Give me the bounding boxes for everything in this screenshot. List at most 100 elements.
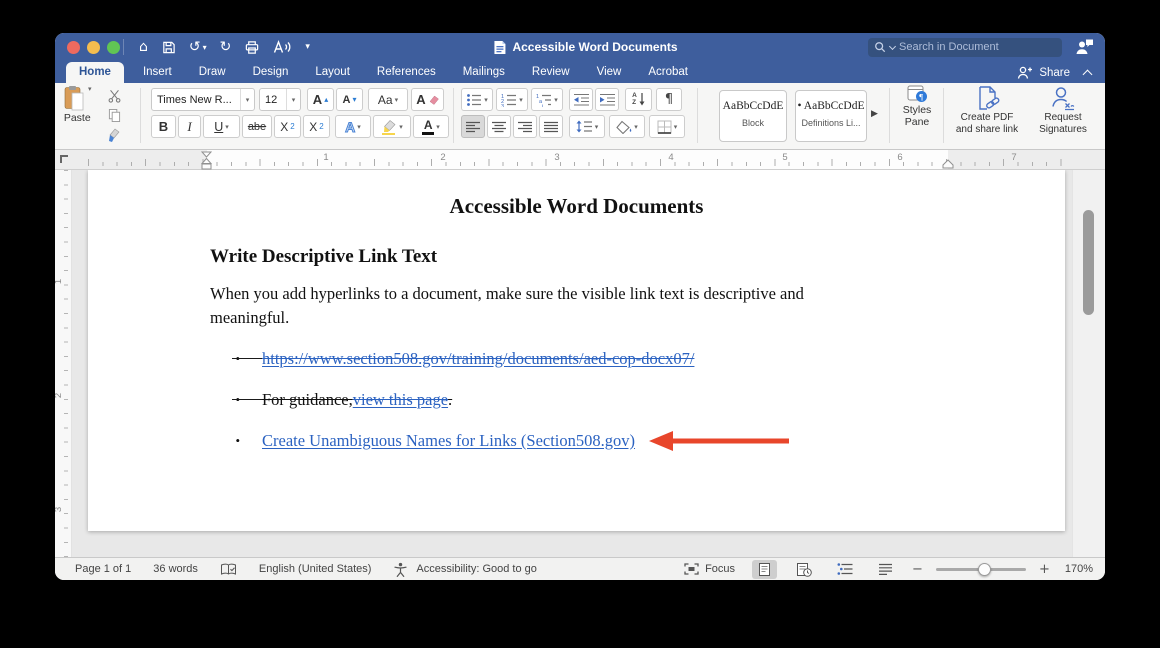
minimize-button[interactable] [87,41,100,54]
hyperlink-view-this-page[interactable]: view this page [353,390,448,410]
bold-label: B [159,119,168,134]
language-indicator[interactable]: English (United States) [259,563,372,575]
group-divider [140,88,141,143]
subscript-button[interactable]: X 2 [274,115,301,138]
tab-references[interactable]: References [377,62,436,83]
zoom-level[interactable]: 170% [1065,563,1093,575]
numbered-list-button[interactable]: 1 2 3 ▾ [496,88,528,111]
outline-view-button[interactable] [831,561,859,577]
cut-button[interactable] [107,89,122,108]
change-case-button[interactable]: Aa ▾ [368,88,408,111]
spellcheck-button[interactable] [220,563,237,576]
scrollbar-thumb[interactable] [1083,210,1094,315]
collapse-ribbon-icon[interactable] [1083,69,1093,79]
toolbar-options-icon[interactable]: ▾ [305,42,310,52]
share-button[interactable]: Share [1017,66,1105,83]
immersive-reader-view-button[interactable] [790,560,818,579]
create-pdf-button[interactable]: Create PDF and share link [949,85,1025,136]
font-size-select[interactable]: 12 ▾ [259,88,301,111]
underline-button[interactable]: U ▾ [203,115,240,138]
style-block[interactable]: AaBbCcDdE Block [719,90,787,142]
borders-button[interactable]: ▾ [649,115,685,138]
print-icon[interactable] [244,40,260,55]
close-button[interactable] [67,41,80,54]
font-color-swatch [422,132,434,135]
search-box[interactable] [868,38,1062,57]
zoom-slider[interactable] [936,568,1026,571]
undo-button[interactable]: ↺ ▾ [189,40,207,54]
accessibility-button[interactable] [393,562,408,577]
styles-pane-button[interactable]: ¶ Styles Pane [895,85,939,128]
window-title: Accessible Word Documents [512,40,677,54]
format-painter-button[interactable] [107,128,122,149]
status-bar: Page 1 of 1 36 words English (United Sta… [55,557,1105,580]
save-icon[interactable] [161,40,176,55]
align-center-button[interactable] [487,115,511,138]
copy-button[interactable] [108,108,121,128]
justify-button[interactable] [539,115,563,138]
focus-button[interactable]: Focus [684,563,735,575]
read-aloud-icon[interactable] [273,40,292,54]
strikethrough-button[interactable]: abe [242,115,272,138]
superscript-button[interactable]: X 2 [303,115,330,138]
document-page[interactable]: Accessible Word Documents Write Descript… [88,170,1065,531]
tab-stop-selector-icon[interactable] [60,155,68,163]
tab-acrobat[interactable]: Acrobat [648,62,688,83]
grow-font-button[interactable]: A ▴ [307,88,334,111]
bold-button[interactable]: B [151,115,176,138]
tab-view[interactable]: View [597,62,622,83]
tab-insert[interactable]: Insert [143,62,172,83]
redo-icon[interactable]: ↻ [220,40,232,54]
text-effects-button[interactable]: A ▾ [335,115,371,138]
page-count[interactable]: Page 1 of 1 [75,563,131,575]
bullet-list-button[interactable]: ▾ [461,88,493,111]
zoom-slider-thumb[interactable] [978,563,991,576]
shading-button[interactable]: ▾ [609,115,645,138]
feedback-person-icon[interactable] [1074,38,1094,60]
paste-button[interactable]: ▾ Paste [63,85,92,124]
tab-draw[interactable]: Draw [199,62,226,83]
sort-button[interactable]: A Z [625,88,652,111]
decrease-indent-button[interactable] [569,88,593,111]
shrink-font-button[interactable]: A ▾ [336,88,363,111]
zoom-out-button[interactable]: − [912,562,923,577]
styles-gallery-more-icon[interactable]: ▶ [871,109,878,119]
multilevel-list-button[interactable]: 1 a i ▾ [531,88,563,111]
tab-review[interactable]: Review [532,62,570,83]
align-left-button[interactable] [461,115,485,138]
style-definitions-list[interactable]: • AaBbCcDdE Definitions Li... [795,90,867,142]
font-color-button[interactable]: A ▾ [413,115,449,138]
home-icon[interactable]: ⌂ [139,40,148,54]
focus-label: Focus [705,563,735,575]
tab-home[interactable]: Home [66,62,124,83]
word-count[interactable]: 36 words [153,563,198,575]
highlight-button[interactable]: ▾ [373,115,411,138]
vertical-ruler[interactable]: 1 2 3 [55,170,72,557]
print-layout-view-button[interactable] [752,560,777,579]
font-name-select[interactable]: Times New R... ▾ [151,88,255,111]
align-right-button[interactable] [513,115,537,138]
tab-design[interactable]: Design [253,62,289,83]
clear-formatting-button[interactable]: A [411,88,444,111]
hyperlink-create-unambiguous-names[interactable]: Create Unambiguous Names for Links (Sect… [262,431,635,451]
italic-button[interactable]: I [178,115,201,138]
hyperlink-raw-url[interactable]: https://www.section508.gov/training/docu… [262,349,694,369]
shrink-font-label: A [343,94,351,106]
vertical-scrollbar[interactable] [1072,170,1105,557]
vertical-ruler-ticks [64,170,68,557]
right-indent-marker[interactable] [942,157,954,169]
draft-view-button[interactable] [872,561,899,577]
horizontal-ruler[interactable]: 1 2 3 4 5 6 7 [55,150,1105,170]
accessibility-status[interactable]: Accessibility: Good to go [416,563,536,575]
request-signatures-button[interactable]: Request Signatures [1029,85,1097,136]
fullscreen-button[interactable] [107,41,120,54]
tab-mailings[interactable]: Mailings [463,62,505,83]
left-indent-marker[interactable] [201,151,212,170]
increase-indent-button[interactable] [595,88,619,111]
show-formatting-button[interactable]: ¶ [656,88,682,111]
search-input[interactable] [899,41,1056,53]
highlight-caret-icon: ▾ [399,123,403,131]
tab-layout[interactable]: Layout [315,62,350,83]
zoom-in-button[interactable]: + [1039,562,1050,577]
line-spacing-button[interactable]: ▾ [569,115,605,138]
